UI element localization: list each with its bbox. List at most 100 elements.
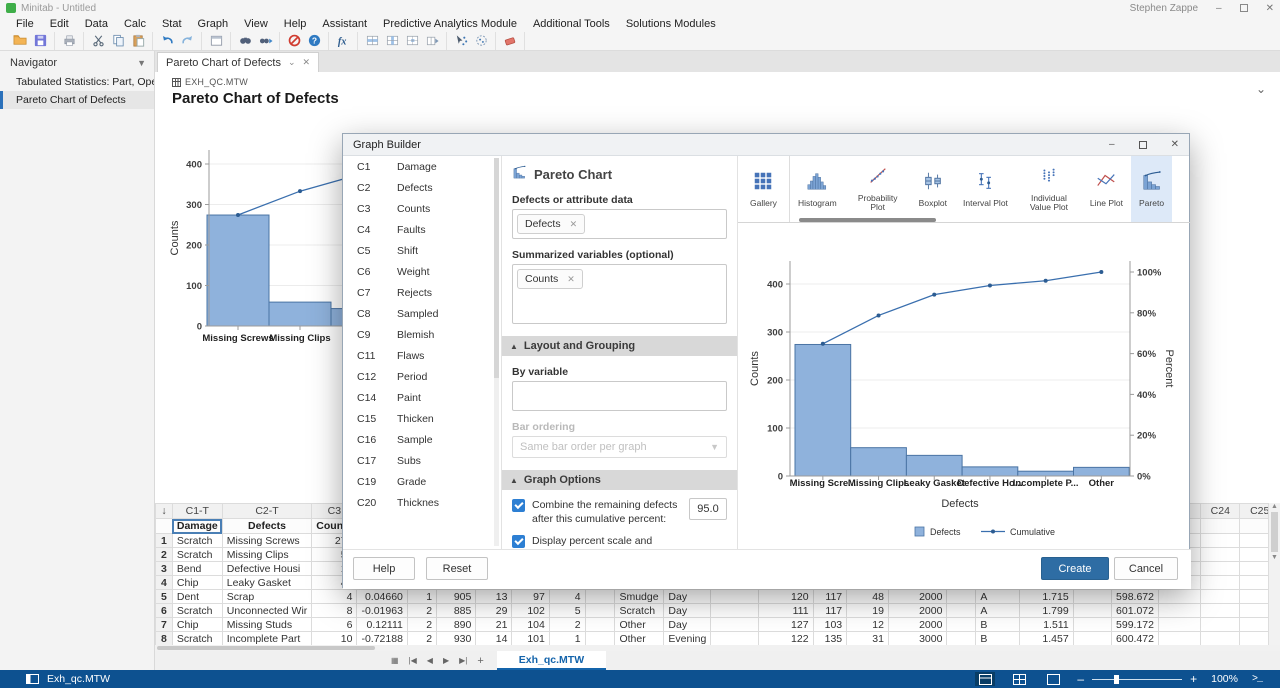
view-split-icon[interactable]: [975, 672, 995, 686]
cell[interactable]: Smudge: [615, 590, 664, 604]
cancel-button[interactable]: Cancel: [1114, 557, 1178, 580]
cell[interactable]: Dent: [172, 590, 222, 604]
column-name-header-damage[interactable]: Damage: [172, 519, 222, 534]
cell[interactable]: Incomplete Part: [222, 632, 312, 646]
cell[interactable]: [947, 604, 976, 618]
cell[interactable]: [1158, 590, 1200, 604]
cell[interactable]: 31: [847, 632, 889, 646]
cell[interactable]: [1073, 604, 1111, 618]
cell[interactable]: 102: [512, 604, 549, 618]
gallery-item-histogram[interactable]: Histogram: [790, 156, 845, 222]
insert-rows-icon[interactable]: [362, 32, 382, 50]
column-item-c17[interactable]: C17Subs: [343, 450, 501, 471]
cell[interactable]: [585, 590, 615, 604]
last-sheet-icon[interactable]: ▶|: [454, 656, 472, 665]
cell[interactable]: [1158, 618, 1200, 632]
defects-chip[interactable]: Defects✕: [517, 214, 585, 234]
column-item-c2[interactable]: C2Defects: [343, 177, 501, 198]
menu-item-view[interactable]: View: [236, 18, 276, 30]
cell[interactable]: 890: [437, 618, 476, 632]
row-number[interactable]: 6: [156, 604, 173, 618]
gallery-scrollbar-thumb[interactable]: [799, 218, 936, 222]
help-icon[interactable]: ?: [304, 32, 324, 50]
navigator-item-tabulated-statistics-part-operator[interactable]: Tabulated Statistics: Part, Operator: [0, 73, 154, 91]
cell[interactable]: Scrap: [222, 590, 312, 604]
cell[interactable]: Bend: [172, 562, 222, 576]
column-item-c7[interactable]: C7Rejects: [343, 282, 501, 303]
cell[interactable]: [711, 632, 759, 646]
cell[interactable]: 6: [312, 618, 357, 632]
row-number[interactable]: 8: [156, 632, 173, 646]
cell[interactable]: 12: [847, 618, 889, 632]
cell[interactable]: 14: [476, 632, 512, 646]
redo-icon[interactable]: [177, 32, 197, 50]
cell[interactable]: Day: [664, 590, 711, 604]
help-button[interactable]: Help: [353, 557, 415, 580]
chip-remove-icon[interactable]: ✕: [567, 274, 575, 285]
cell[interactable]: [585, 632, 615, 646]
create-button[interactable]: Create: [1041, 557, 1109, 580]
cell[interactable]: 2000: [888, 590, 947, 604]
column-list-scrollbar[interactable]: [494, 158, 499, 546]
cell[interactable]: Leaky Gasket: [222, 576, 312, 590]
cell[interactable]: [585, 618, 615, 632]
brush-icon[interactable]: [451, 32, 471, 50]
cell[interactable]: 19: [847, 604, 889, 618]
cancel-refresh-icon[interactable]: [284, 32, 304, 50]
cell[interactable]: [1073, 618, 1111, 632]
cell[interactable]: 2: [407, 632, 436, 646]
restore-icon[interactable]: [1240, 4, 1248, 12]
dialog-close-icon[interactable]: ✕: [1171, 139, 1179, 150]
cell[interactable]: 5: [549, 604, 585, 618]
menu-item-additional-tools[interactable]: Additional Tools: [525, 18, 618, 30]
cell[interactable]: 3000: [888, 632, 947, 646]
cell[interactable]: [1201, 576, 1240, 590]
cell[interactable]: Unconnected Wir: [222, 604, 312, 618]
column-header-c2-t[interactable]: C2-T: [222, 504, 312, 519]
cell[interactable]: Scratch: [172, 548, 222, 562]
cell[interactable]: 111: [759, 604, 813, 618]
cell[interactable]: 885: [437, 604, 476, 618]
cell[interactable]: 0.04660: [357, 590, 407, 604]
cell[interactable]: [1201, 562, 1240, 576]
cell[interactable]: [1073, 590, 1111, 604]
cell[interactable]: Missing Studs: [222, 618, 312, 632]
zoom-slider-thumb[interactable]: [1114, 675, 1119, 684]
next-sheet-icon[interactable]: ▶: [438, 656, 454, 665]
gallery-item-interval-plot[interactable]: Interval Plot: [955, 156, 1016, 222]
cumulative-percent-input[interactable]: 95.0: [689, 498, 727, 520]
new-window-icon[interactable]: [206, 32, 226, 50]
gallery-item-gallery[interactable]: Gallery: [738, 156, 790, 222]
menu-item-file[interactable]: File: [8, 18, 42, 30]
cell[interactable]: Day: [664, 604, 711, 618]
column-name-header-defects[interactable]: Defects: [222, 519, 312, 534]
cell[interactable]: 2000: [888, 618, 947, 632]
column-item-c12[interactable]: C12Period: [343, 366, 501, 387]
formula-icon[interactable]: fx: [333, 32, 353, 50]
gallery-item-boxplot[interactable]: Boxplot: [911, 156, 955, 222]
column-item-c11[interactable]: C11Flaws: [343, 345, 501, 366]
save-icon[interactable]: [30, 32, 50, 50]
row-number[interactable]: 2: [156, 548, 173, 562]
cell[interactable]: 122: [759, 632, 813, 646]
cell[interactable]: Chip: [172, 618, 222, 632]
dialog-title-bar[interactable]: Graph Builder – ✕: [343, 134, 1189, 156]
cell[interactable]: 103: [813, 618, 847, 632]
cell[interactable]: [711, 604, 759, 618]
cell[interactable]: Scratch: [615, 604, 664, 618]
first-sheet-icon[interactable]: |◀: [404, 656, 422, 665]
cell[interactable]: 4: [549, 590, 585, 604]
menu-item-assistant[interactable]: Assistant: [314, 18, 375, 30]
gallery-item-individual-value-plot[interactable]: Individual Value Plot: [1016, 156, 1082, 222]
cell[interactable]: -0.72188: [357, 632, 407, 646]
cell[interactable]: [947, 590, 976, 604]
cell[interactable]: Scratch: [172, 632, 222, 646]
cell[interactable]: 120: [759, 590, 813, 604]
cell[interactable]: [711, 590, 759, 604]
row-number[interactable]: 1: [156, 534, 173, 548]
find-next-icon[interactable]: [255, 32, 275, 50]
menu-item-solutions-modules[interactable]: Solutions Modules: [618, 18, 724, 30]
paste-icon[interactable]: [128, 32, 148, 50]
zoom-in-icon[interactable]: +: [1190, 672, 1197, 686]
undo-icon[interactable]: [157, 32, 177, 50]
